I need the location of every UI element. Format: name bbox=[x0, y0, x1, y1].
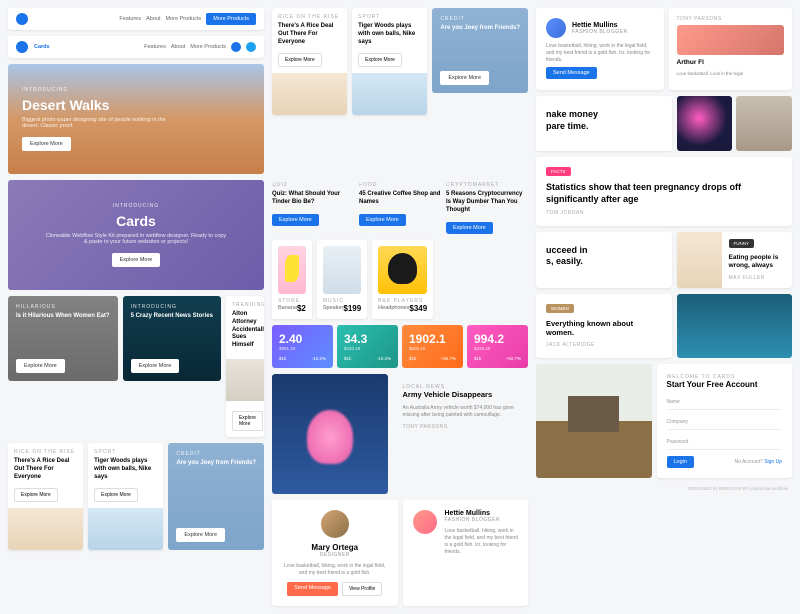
form-row: WELCOME TO CARDS Start Your Free Account… bbox=[536, 364, 792, 478]
stats-row: 2.40$991.34 $1k-10.2% 34.3$420.19 $1k-10… bbox=[272, 325, 528, 368]
top-nav: Features About More Products More Produc… bbox=[8, 8, 264, 30]
brand-label: Cards bbox=[34, 44, 50, 50]
jellyfish-image bbox=[272, 374, 388, 494]
news-row: LOCAL NEWS Army Vehicle Disappears An Au… bbox=[272, 374, 528, 494]
signup-link[interactable]: Sign Up bbox=[764, 459, 782, 465]
nav-features[interactable]: Features bbox=[144, 44, 166, 50]
fact-card-img[interactable]: FUNNY Eating people is wrong, always MAX… bbox=[677, 232, 793, 288]
product-card[interactable]: B&K PLAYERS Headphones$349 bbox=[372, 240, 433, 319]
company-input[interactable]: Company bbox=[667, 415, 783, 430]
explore-button[interactable]: Explore More bbox=[112, 253, 161, 267]
profile-card: Hettie MullinsFASHION BLOGGER Love baske… bbox=[536, 8, 664, 90]
nav-about[interactable]: About bbox=[146, 16, 160, 22]
nav-more[interactable]: More Products bbox=[165, 16, 201, 22]
profile-card-cut: TONY PARSONS Arthur Fl Love basketball. … bbox=[669, 8, 793, 90]
article-card[interactable]: FOOD 45 Creative Coffee Shop and Names E… bbox=[359, 182, 441, 233]
signup-form: WELCOME TO CARDS Start Your Free Account… bbox=[657, 364, 793, 478]
fact-card[interactable]: FACTS Statistics show that teen pregnanc… bbox=[536, 157, 792, 225]
stat-card[interactable]: 1902.1$606.16 $1k+92.7% bbox=[402, 325, 463, 368]
hero-label: INTRODUCING bbox=[113, 203, 159, 209]
top-profile-row: Hettie MullinsFASHION BLOGGER Love baske… bbox=[536, 8, 792, 90]
small-card[interactable]: SPORTTiger Woods plays with own balls, N… bbox=[352, 8, 427, 115]
fact-card[interactable]: WOMEN Everything known about women. JACK… bbox=[536, 294, 672, 359]
name-input[interactable]: Name bbox=[667, 395, 783, 410]
image-card[interactable] bbox=[736, 96, 792, 151]
hero-cards: INTRODUCING Cards Cloneable Webflow Styl… bbox=[8, 180, 264, 290]
article-row: QUIZ Quiz: What Should Your Tinder Bio B… bbox=[272, 182, 528, 233]
form-title: Start Your Free Account bbox=[667, 380, 783, 389]
nav-features[interactable]: Features bbox=[119, 16, 141, 22]
image-card[interactable] bbox=[677, 96, 733, 151]
small-card[interactable]: SPORTTiger Woods plays with own balls, N… bbox=[88, 443, 163, 550]
thumb-image bbox=[677, 232, 722, 288]
avatar bbox=[413, 510, 437, 534]
profile-card-horizontal: Hettie Mullins FASHION BLOGGER Love bask… bbox=[403, 500, 529, 606]
view-profile-button[interactable]: View Profile bbox=[342, 582, 382, 596]
sub-nav: Cards Features About More Products bbox=[8, 36, 264, 58]
article-card[interactable]: QUIZ Quiz: What Should Your Tinder Bio B… bbox=[272, 182, 354, 233]
hero-subtitle: Biggest photo-paper designing site of pe… bbox=[22, 117, 170, 129]
nav-about[interactable]: About bbox=[171, 44, 185, 50]
login-button[interactable]: Login bbox=[667, 456, 694, 468]
fact-row-3: WOMEN Everything known about women. JACK… bbox=[536, 294, 792, 359]
teaser-card[interactable]: nake money pare time. bbox=[536, 96, 672, 151]
footer-credit: DESIGNED IN WEBFLOW BY jankosmal.webflow bbox=[536, 484, 792, 493]
overlay-card[interactable]: CREDITAre you Joey from Friends? Explore… bbox=[432, 8, 528, 93]
hero-subtitle: Cloneable Webflow Style Kit prepared in … bbox=[45, 233, 227, 245]
profile-row: Mary Ortega DESIGNER Love basketball, hi… bbox=[272, 500, 528, 606]
bottom-cards-row: RICE ON THE RISEThere's A Rice Deal Out … bbox=[8, 443, 264, 550]
avatar bbox=[321, 510, 349, 538]
image-row bbox=[272, 121, 528, 176]
explore-button[interactable]: Explore More bbox=[22, 137, 71, 151]
product-card[interactable]: MUSIC Speaker$199 bbox=[317, 240, 367, 319]
teaser-row: nake money pare time. bbox=[536, 96, 792, 151]
stat-card[interactable]: 34.3$420.19 $1k-10.2% bbox=[337, 325, 398, 368]
send-message-button[interactable]: Send Message bbox=[546, 67, 597, 79]
twitter-icon[interactable] bbox=[246, 42, 256, 52]
stat-card[interactable]: 2.40$991.34 $1k-10.2% bbox=[272, 325, 333, 368]
house-image bbox=[536, 364, 652, 478]
password-input[interactable]: Password bbox=[667, 435, 783, 450]
small-card[interactable]: RICE ON THE RISEThere's A Rice Deal Out … bbox=[272, 8, 347, 115]
product-card[interactable]: STORE Banana$2 bbox=[272, 240, 312, 319]
hero-desert: INTRODUCING Desert Walks Biggest photo-p… bbox=[8, 64, 264, 174]
teaser-row-2: ucceed in s, easily. FUNNY Eating people… bbox=[536, 232, 792, 288]
avatar bbox=[546, 18, 566, 38]
overlay-card[interactable]: CREDITAre you Joey from Friends? Explore… bbox=[168, 443, 264, 550]
facebook-icon[interactable] bbox=[231, 42, 241, 52]
teaser-card[interactable]: ucceed in s, easily. bbox=[536, 232, 672, 288]
author: TONY PARSONS bbox=[677, 16, 785, 22]
hero-title: Cards bbox=[116, 213, 156, 229]
stat-card[interactable]: 994.2$328.48 $1k+92.7% bbox=[467, 325, 528, 368]
news-card[interactable]: LOCAL NEWS Army Vehicle Disappears An Au… bbox=[393, 374, 529, 494]
logo-icon bbox=[16, 41, 28, 53]
overlay-card[interactable]: INTRODUCING5 Crazy Recent News Stories E… bbox=[123, 296, 221, 381]
overlay-card[interactable]: HILLARIOUSIs it Hilarious When Women Eat… bbox=[8, 296, 118, 381]
hero-title: Desert Walks bbox=[22, 97, 250, 113]
profile-card: Mary Ortega DESIGNER Love basketball, hi… bbox=[272, 500, 398, 606]
nav-cta-button[interactable]: More Products bbox=[206, 13, 256, 25]
small-card[interactable]: RICE ON THE RISEThere's A Rice Deal Out … bbox=[8, 443, 83, 550]
logo-icon bbox=[16, 13, 28, 25]
small-card[interactable]: TRENDINGAlton Attorney Accidentally Sues… bbox=[226, 296, 264, 437]
avatar bbox=[677, 25, 785, 55]
small-cards-row: HILLARIOUSIs it Hilarious When Women Eat… bbox=[8, 296, 264, 437]
hero-label: INTRODUCING bbox=[22, 87, 250, 93]
top-cards-row: RICE ON THE RISEThere's A Rice Deal Out … bbox=[272, 8, 528, 115]
product-row: STORE Banana$2 MUSIC Speaker$199 B&K PLA… bbox=[272, 240, 528, 319]
send-message-button[interactable]: Send Message bbox=[287, 582, 338, 596]
nav-more[interactable]: More Products bbox=[190, 44, 226, 50]
article-card[interactable]: CRYPTOMARKET 5 Reasons Cryptocurrency Is… bbox=[446, 182, 528, 233]
image-card[interactable] bbox=[677, 294, 793, 359]
